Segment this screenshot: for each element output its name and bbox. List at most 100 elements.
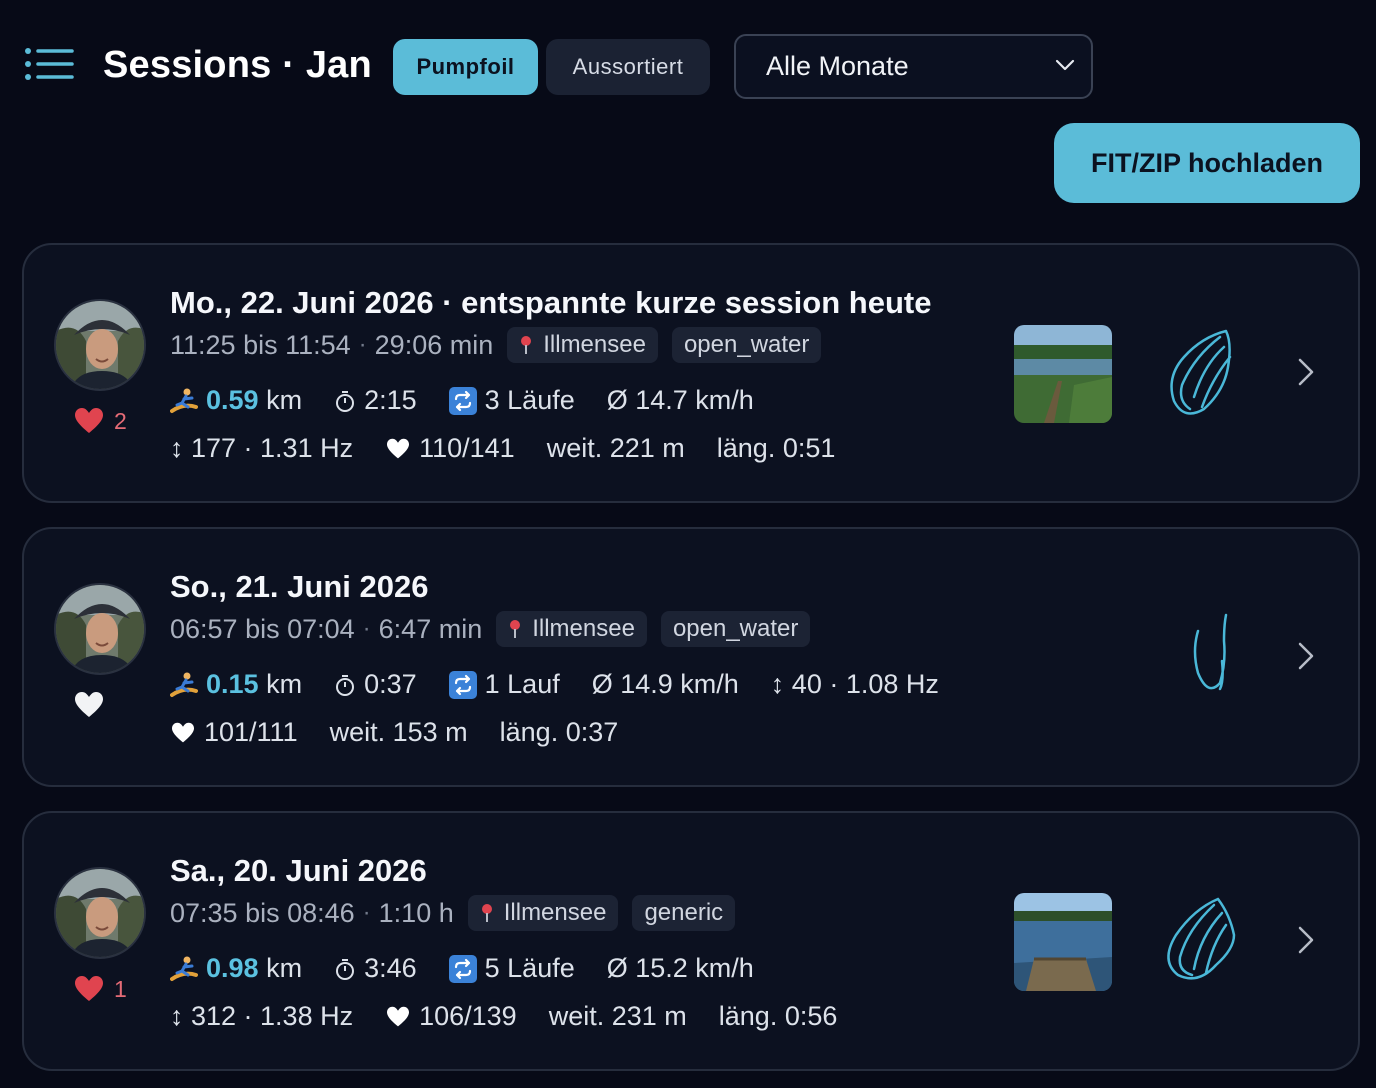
heart-rate-value: 110/141 xyxy=(419,433,515,463)
session-time: 11:25 bis 11:54 xyxy=(170,329,351,360)
distance-value: 0.59 xyxy=(206,385,259,415)
session-duration: 1:10 h xyxy=(378,897,454,928)
avg-speed-stat: Ø 15.2 km/h xyxy=(606,953,754,983)
pin-icon xyxy=(521,336,532,354)
likes[interactable]: 2 xyxy=(74,407,127,435)
heart-icon xyxy=(75,408,103,433)
menu-icon[interactable] xyxy=(24,47,76,87)
likes[interactable] xyxy=(74,691,114,719)
location-label: Illmensee xyxy=(543,331,646,358)
session-time: 06:57 bis 07:04 xyxy=(170,613,355,644)
time-row: 06:57 bis 07:04 · 6:47 min Illmensee ope… xyxy=(170,611,811,647)
page-title: Sessions · Jan xyxy=(103,44,372,86)
foil-time-value: 0:37 xyxy=(364,669,417,699)
type-chip[interactable]: generic xyxy=(632,895,736,931)
avg-speed-stat: Ø 14.7 km/h xyxy=(606,385,754,415)
heart-rate-stat: 106/139 xyxy=(385,1001,517,1032)
stopwatch-icon xyxy=(336,674,355,696)
surfer-icon xyxy=(170,672,198,697)
location-label: Illmensee xyxy=(532,615,635,642)
type-chip[interactable]: open_water xyxy=(671,327,822,363)
session-card[interactable]: 1 Sa., 20. Juni 2026 07:35 bis 08:46 · 1… xyxy=(22,811,1360,1071)
session-card[interactable]: 2 Mo., 22. Juni 2026 · entspannte kurze … xyxy=(22,243,1360,503)
heart-rate-stat: 110/141 xyxy=(385,433,515,464)
month-select[interactable]: Alle Monate xyxy=(734,34,1093,99)
stats-row-1: 0.15 km 0:37 1 Lauf Ø 14.9 km/h ↕ 40 · 1… xyxy=(170,669,971,700)
heart-rate-value: 101/111 xyxy=(204,717,298,747)
foil-time-stat: 3:46 xyxy=(334,953,417,984)
time-row: 07:35 bis 08:46 · 1:10 h Illmensee gener… xyxy=(170,895,736,931)
farthest-stat: weit. 221 m xyxy=(546,433,685,463)
lake-photo[interactable] xyxy=(1014,325,1112,423)
avatar xyxy=(54,867,146,959)
pumps-stat: ↕ 177 · 1.31 Hz xyxy=(170,433,354,463)
track-map[interactable] xyxy=(1154,601,1244,711)
runs-stat: 1 Lauf xyxy=(448,669,560,700)
distance-unit: km xyxy=(266,669,303,699)
likes[interactable]: 1 xyxy=(74,975,127,1003)
likes-count: 1 xyxy=(114,975,127,1002)
stopwatch-icon xyxy=(336,958,355,980)
heart-outline-icon xyxy=(75,692,103,717)
runs-value: 1 Lauf xyxy=(484,669,560,699)
heart-icon xyxy=(75,976,103,1001)
distance-stat: 0.98 km xyxy=(170,953,302,984)
separator: · xyxy=(362,899,371,926)
longest-stat: läng. 0:37 xyxy=(499,717,619,747)
likes-count: 2 xyxy=(114,407,127,434)
stats-row-2: ↕ 312 · 1.38 Hz 106/139 weit. 231 m läng… xyxy=(170,1001,869,1032)
avg-speed-stat: Ø 14.9 km/h xyxy=(591,669,739,699)
pin-icon xyxy=(481,904,492,922)
surfer-icon xyxy=(170,956,198,981)
repeat-icon xyxy=(448,954,477,983)
avatar xyxy=(54,583,146,675)
chevron-down-icon xyxy=(1055,59,1075,71)
location-chip[interactable]: Illmensee xyxy=(507,327,658,363)
location-label: Illmensee xyxy=(503,899,607,926)
session-title: So., 21. Juni 2026 xyxy=(170,569,429,604)
repeat-icon xyxy=(448,670,477,699)
runs-stat: 3 Läufe xyxy=(448,385,575,416)
separator: · xyxy=(362,615,371,642)
pumps-stat: ↕ 40 · 1.08 Hz xyxy=(770,669,939,699)
time-row: 11:25 bis 11:54 · 29:06 min Illmensee op… xyxy=(170,327,822,363)
month-select-value: Alle Monate xyxy=(766,51,909,81)
upload-button[interactable]: FIT/ZIP hochladen xyxy=(1054,123,1360,203)
type-chip[interactable]: open_water xyxy=(660,611,811,647)
heart-rate-icon xyxy=(387,1006,410,1026)
session-title: Sa., 20. Juni 2026 xyxy=(170,853,427,888)
session-card[interactable]: So., 21. Juni 2026 06:57 bis 07:04 · 6:4… xyxy=(22,527,1360,787)
farthest-stat: weit. 231 m xyxy=(548,1001,687,1031)
distance-unit: km xyxy=(266,953,303,983)
location-chip[interactable]: Illmensee xyxy=(496,611,647,647)
session-title: Mo., 22. Juni 2026 · entspannte kurze se… xyxy=(170,285,932,320)
distance-value: 0.15 xyxy=(206,669,259,699)
pin-icon xyxy=(510,620,521,638)
track-map[interactable] xyxy=(1154,317,1244,427)
pumps-stat: ↕ 312 · 1.38 Hz xyxy=(170,1001,354,1031)
lake-photo[interactable] xyxy=(1014,893,1112,991)
location-chip[interactable]: Illmensee xyxy=(467,895,619,931)
foil-time-value: 2:15 xyxy=(364,385,417,415)
stopwatch-icon xyxy=(336,390,355,412)
stats-row-2: ↕ 177 · 1.31 Hz 110/141 weit. 221 m läng… xyxy=(170,433,867,464)
repeat-icon xyxy=(448,386,477,415)
session-duration: 6:47 min xyxy=(378,613,483,644)
foil-time-value: 3:46 xyxy=(364,953,417,983)
stats-row-1: 0.59 km 2:15 3 Läufe Ø 14.7 km/h xyxy=(170,385,786,416)
chevron-right-icon[interactable] xyxy=(1296,641,1316,671)
runs-value: 3 Läufe xyxy=(484,385,575,415)
distance-unit: km xyxy=(266,385,303,415)
heart-rate-stat: 101/111 xyxy=(170,717,298,748)
distance-stat: 0.59 km xyxy=(170,385,302,416)
chevron-right-icon[interactable] xyxy=(1296,357,1316,387)
session-time: 07:35 bis 08:46 xyxy=(170,897,355,928)
tab-aussortiert[interactable]: Aussortiert xyxy=(546,39,710,95)
track-map[interactable] xyxy=(1154,885,1244,995)
tab-pumpfoil[interactable]: Pumpfoil xyxy=(393,39,538,95)
chevron-right-icon[interactable] xyxy=(1296,925,1316,955)
runs-stat: 5 Läufe xyxy=(448,953,575,984)
longest-stat: läng. 0:56 xyxy=(718,1001,838,1031)
avatar xyxy=(54,299,146,391)
heart-rate-value: 106/139 xyxy=(419,1001,517,1031)
